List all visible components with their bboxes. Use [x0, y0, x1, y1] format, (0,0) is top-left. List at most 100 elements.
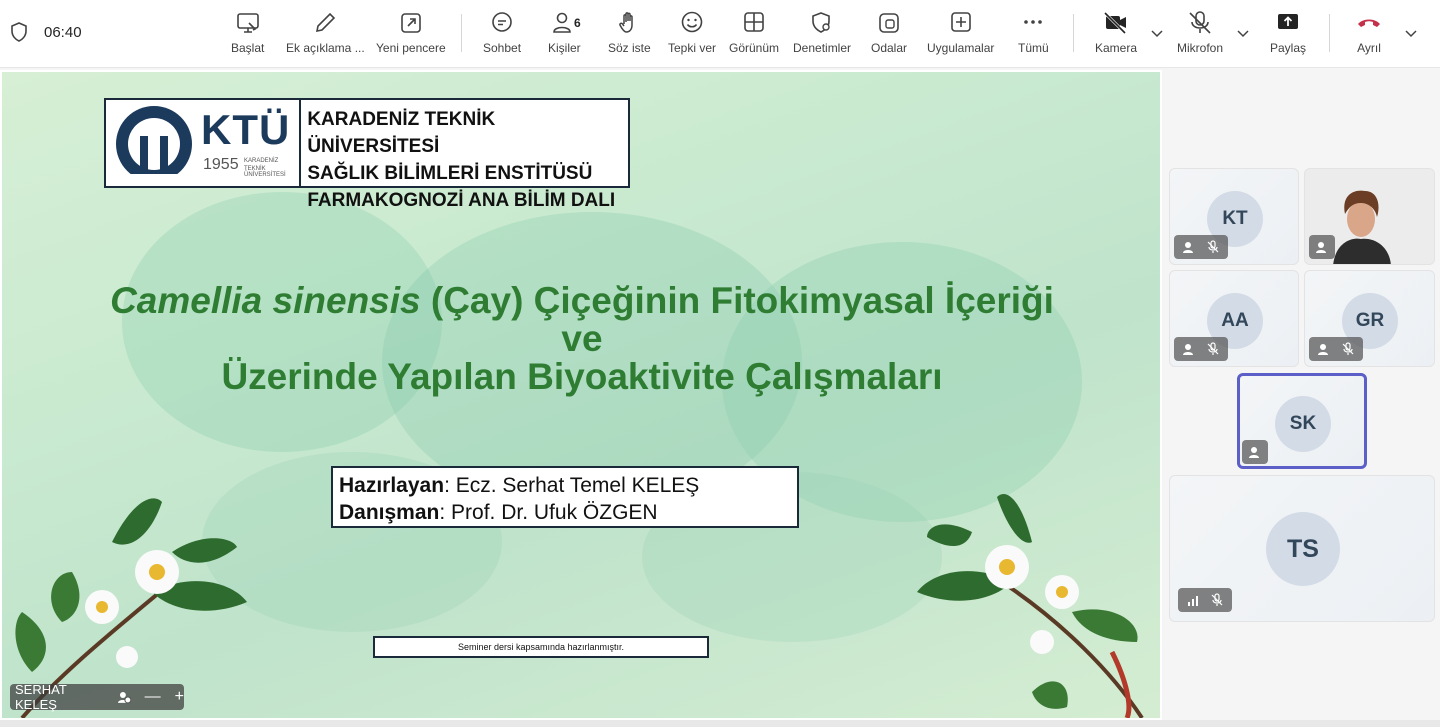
seminar-note: Seminer dersi kapsamında hazırlanmıştır. [373, 636, 709, 658]
react-button[interactable]: Tepki ver [668, 10, 716, 55]
zoom-out-button[interactable]: — [145, 688, 161, 706]
new-window-button[interactable]: Yeni pencere [376, 10, 446, 55]
leave-button[interactable]: Ayrıl [1356, 10, 1382, 55]
institution-lines: KARADENİZ TEKNİK ÜNİVERSİTESİ SAĞLIK BİL… [301, 100, 628, 211]
chevron-down-icon[interactable] [1404, 26, 1418, 40]
author-info-box: Hazırlayan: Ecz. Serhat Temel KELEŞ Danı… [331, 466, 799, 528]
presenter-status-icon [117, 692, 131, 704]
camera-button[interactable]: Kamera [1095, 10, 1137, 55]
participant-tile[interactable]: AA [1169, 270, 1299, 367]
rooms-icon [879, 13, 899, 33]
participant-status [1174, 337, 1228, 361]
mic-off-icon [1207, 240, 1219, 253]
participant-tile[interactable]: TS [1169, 475, 1435, 622]
mic-off-icon [1211, 593, 1223, 606]
chat-button[interactable]: Sohbet [483, 10, 521, 55]
chat-label: Sohbet [483, 41, 522, 55]
view-button[interactable]: Görünüm [729, 10, 779, 55]
title-line2: ve [561, 318, 603, 359]
person-check-icon [1249, 447, 1259, 458]
zoom-in-button[interactable]: + [175, 688, 184, 706]
participant-tile[interactable]: KT [1169, 168, 1299, 265]
participant-status [1242, 440, 1268, 464]
prepared-by-label: Hazırlayan [339, 474, 445, 497]
participant-status [1309, 235, 1335, 259]
presenter-name: SERHAT KELEŞ [15, 682, 67, 712]
mic-off-icon [1189, 11, 1211, 34]
shield-icon [11, 22, 27, 42]
person-check-icon [1183, 344, 1193, 355]
hand-icon [619, 12, 634, 33]
institution-header-box: KTÜ 1955 KARADENİZ TEKNİK ÜNİVERSİTESİ K… [104, 98, 630, 211]
apps-button[interactable]: Uygulamalar [927, 10, 994, 55]
more-label: Tümü [1018, 41, 1049, 55]
more-button[interactable]: Tümü [1018, 10, 1049, 55]
participant-avatar: TS [1266, 512, 1340, 586]
presenter-name-tag: SERHAT KELEŞ — + [10, 682, 184, 712]
institution-line: KARADENİZ TEKNİK ÜNİVERSİTESİ [307, 109, 496, 157]
person-check-icon [1318, 344, 1328, 355]
person-check-icon [1316, 242, 1326, 253]
annotate-button[interactable]: Ek açıklama ... [286, 10, 365, 55]
annotate-label: Ek açıklama ... [286, 41, 365, 55]
chevron-down-icon[interactable] [1150, 26, 1164, 40]
tea-flower-illustration [917, 494, 1144, 718]
rooms-button[interactable]: Odalar [871, 10, 907, 55]
mic-off-icon [1207, 342, 1219, 355]
participants-panel: KT AA GR SK TS [1164, 70, 1440, 720]
toolbar-divider [461, 14, 462, 52]
logo-year: 1955 [203, 156, 239, 173]
prepared-by-value: : Ecz. Serhat Temel KELEŞ [444, 474, 700, 497]
toolbar-divider [1073, 14, 1074, 52]
raise-hand-button[interactable]: Söz iste [608, 10, 651, 55]
institution-line: FARMAKOGNOZİ ANA BİLİM DALI [307, 190, 616, 211]
leave-label: Ayrıl [1357, 41, 1381, 55]
meeting-toolbar: 06:40 Başlat Ek açıklama ... Yeni pencer… [0, 0, 1440, 68]
chat-icon [492, 12, 512, 32]
shared-content-stage: KTÜ 1955 KARADENİZ TEKNİK ÜNİVERSİTESİ K… [0, 70, 1162, 720]
ktu-logo: KTÜ 1955 KARADENİZ TEKNİK ÜNİVERSİTESİ [106, 100, 302, 186]
microphone-label: Mikrofon [1177, 41, 1224, 55]
start-label: Başlat [231, 41, 265, 55]
title-species: Camellia sinensis [110, 280, 421, 321]
people-label: Kişiler [548, 41, 581, 55]
toolbar-divider [1329, 14, 1330, 52]
popout-icon [401, 13, 421, 33]
participant-tile[interactable]: GR [1304, 270, 1435, 367]
title-line3: Üzerinde Yapılan Biyoaktivite Çalışmalar… [221, 356, 943, 397]
meeting-info: 06:40 [10, 22, 82, 42]
microphone-button[interactable]: Mikrofon [1177, 10, 1223, 55]
hang-up-icon [1358, 19, 1380, 27]
title-line1: (Çay) Çiçeğinin Fitokimyasal İçeriği [420, 280, 1054, 321]
participant-video-tile[interactable] [1304, 168, 1435, 265]
logo-subtitle: TEKNİK ÜNİVERSİTESİ [244, 166, 286, 178]
start-button[interactable]: Başlat [231, 10, 264, 55]
share-label: Paylaş [1270, 41, 1307, 55]
share-button[interactable]: Paylaş [1270, 10, 1306, 55]
controls-label: Denetimler [793, 41, 852, 55]
share-screen-icon [1278, 14, 1299, 29]
chevron-down-icon[interactable] [1236, 26, 1250, 40]
controls-button[interactable]: Denetimler [793, 10, 851, 55]
camera-label: Kamera [1095, 41, 1138, 55]
participant-tile-active-speaker[interactable]: SK [1237, 373, 1367, 469]
advisor-label: Danışman [339, 501, 440, 524]
person-check-icon [1183, 242, 1193, 253]
logo-subtitle: KARADENİZ [244, 158, 279, 164]
rooms-label: Odalar [871, 41, 908, 55]
ktu-emblem-icon [116, 106, 192, 184]
camera-off-icon [1103, 11, 1127, 35]
view-label: Görünüm [729, 41, 780, 55]
signal-bars-icon [1188, 596, 1198, 606]
logo-text: KTÜ [201, 106, 291, 153]
smiley-icon [681, 11, 703, 33]
institution-line: SAĞLIK BİLİMLERİ ENSTİTÜSÜ [307, 163, 593, 184]
slide-title: Camellia sinensis (Çay) Çiçeğinin Fitoki… [42, 282, 1122, 396]
grid-icon [744, 12, 764, 32]
participant-status [1309, 337, 1363, 361]
participant-status [1174, 235, 1228, 259]
raise-hand-label: Söz iste [608, 41, 651, 55]
new-window-label: Yeni pencere [376, 41, 446, 55]
shield-gear-icon [812, 12, 830, 33]
window-bottom-edge [0, 720, 1440, 727]
